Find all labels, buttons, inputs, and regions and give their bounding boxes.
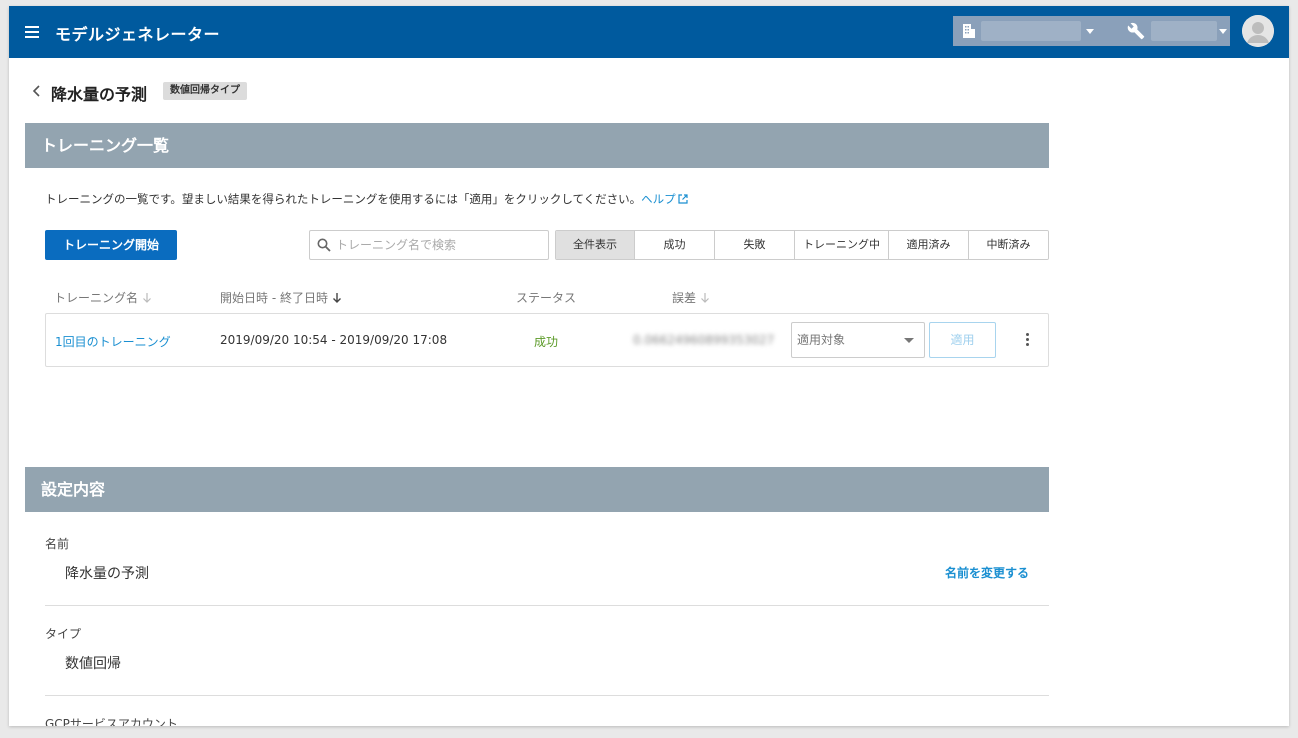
- hamburger-menu-icon[interactable]: [23, 23, 41, 41]
- training-name-link[interactable]: 1回目のトレーニング: [55, 333, 171, 350]
- column-header-period[interactable]: 開始日時 - 終了日時: [220, 289, 342, 306]
- wrench-icon: [1127, 22, 1145, 40]
- name-field-value: 降水量の予測: [65, 566, 149, 582]
- name-field-label: 名前: [45, 537, 70, 551]
- description-text: トレーニングの一覧です。望ましい結果を得られたトレーニングを使用するには「適用」…: [45, 192, 642, 206]
- type-badge: 数値回帰タイプ: [163, 82, 247, 100]
- training-status: 成功: [534, 335, 559, 349]
- training-search-input[interactable]: [336, 235, 541, 255]
- settings-section-header: 設定内容: [25, 467, 1049, 512]
- chevron-down-icon: [1219, 29, 1227, 34]
- rename-link[interactable]: 名前を変更する: [945, 564, 1029, 581]
- project-name: [1151, 21, 1217, 41]
- filter-failed[interactable]: 失敗: [715, 231, 795, 259]
- training-search: [309, 230, 549, 260]
- search-icon: [317, 238, 331, 252]
- table-row: 1回目のトレーニング 2019/09/20 10:54 - 2019/09/20…: [45, 313, 1049, 367]
- divider: [45, 695, 1049, 696]
- column-header-error[interactable]: 誤差: [672, 289, 710, 306]
- gcp-account-field-label: GCPサービスアカウント: [45, 717, 178, 726]
- filter-success[interactable]: 成功: [635, 231, 715, 259]
- training-error: 0.06624960899353027: [633, 333, 775, 347]
- apply-target-placeholder: 適用対象: [797, 333, 846, 347]
- organization-name: [981, 21, 1081, 41]
- user-avatar-icon: [1242, 15, 1274, 47]
- status-filter-group: 全件表示 成功 失敗 トレーニング中 適用済み 中断済み: [555, 230, 1049, 260]
- page-title: 降水量の予測: [51, 85, 148, 104]
- column-header-name-label: トレーニング名: [54, 291, 139, 305]
- user-avatar[interactable]: [1242, 15, 1274, 47]
- trainings-description: トレーニングの一覧です。望ましい結果を得られたトレーニングを使用するには「適用」…: [45, 191, 688, 207]
- apply-button[interactable]: 適用: [929, 322, 996, 358]
- sort-arrow-icon: [143, 293, 151, 303]
- filter-training[interactable]: トレーニング中: [795, 231, 889, 259]
- column-header-error-label: 誤差: [672, 291, 697, 305]
- building-icon: [963, 24, 975, 38]
- type-field-value: 数値回帰: [65, 656, 121, 672]
- column-header-status: ステータス: [516, 291, 577, 305]
- filter-all[interactable]: 全件表示: [556, 231, 635, 259]
- app-title: モデルジェネレーター: [55, 25, 221, 44]
- filter-aborted[interactable]: 中断済み: [969, 231, 1048, 259]
- apply-target-select[interactable]: 適用対象: [791, 322, 925, 358]
- filter-applied[interactable]: 適用済み: [889, 231, 969, 259]
- sort-arrow-icon: [332, 293, 341, 303]
- back-chevron-icon[interactable]: [31, 84, 43, 98]
- help-link-label: ヘルプ: [641, 192, 676, 206]
- organization-selector[interactable]: [953, 16, 1123, 46]
- column-header-name[interactable]: トレーニング名: [54, 289, 152, 306]
- app-window: モデルジェネレーター 降水量の予測 数値回帰タイプ トレーニング一覧 トレーニン…: [9, 6, 1289, 726]
- training-period: 2019/09/20 10:54 - 2019/09/20 17:08: [220, 333, 448, 347]
- chevron-down-icon: [1086, 29, 1094, 34]
- sort-arrow-icon: [701, 293, 709, 303]
- divider: [45, 605, 1049, 606]
- external-link-icon: [678, 194, 688, 204]
- type-field-label: タイプ: [45, 627, 82, 641]
- app-bar: モデルジェネレーター: [9, 6, 1289, 58]
- start-training-button[interactable]: トレーニング開始: [45, 230, 177, 260]
- column-header-period-label: 開始日時 - 終了日時: [220, 291, 328, 305]
- dropdown-arrow-icon: [904, 338, 914, 343]
- more-vert-icon[interactable]: [1024, 333, 1030, 349]
- help-link[interactable]: ヘルプ: [641, 192, 688, 206]
- project-selector[interactable]: [1113, 16, 1230, 46]
- trainings-section-header: トレーニング一覧: [25, 123, 1049, 168]
